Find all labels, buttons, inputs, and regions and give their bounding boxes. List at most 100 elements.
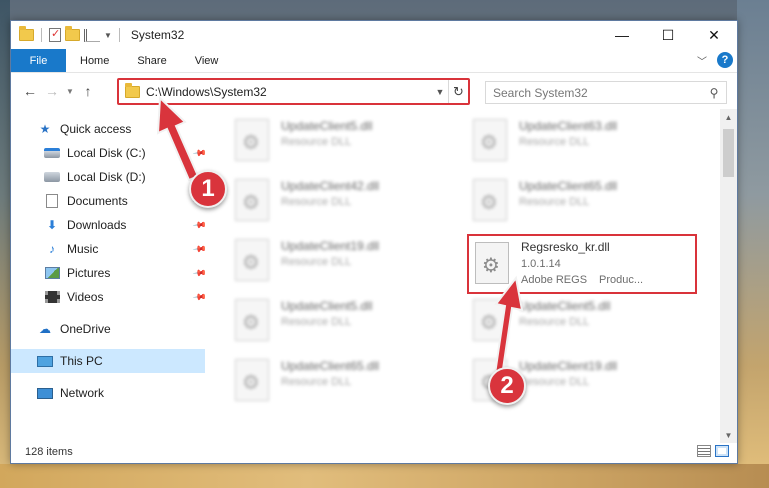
list-item[interactable]: UpdateClient42.dll Resource DLL [235,175,445,227]
tab-home[interactable]: Home [66,49,123,72]
folder-icon [125,82,140,98]
file-name: UpdateClient63.dll [519,119,618,133]
nav-pictures[interactable]: Pictures 📌 [11,261,207,285]
refresh-icon[interactable]: ↻ [448,80,468,103]
file-list: UpdateClient5.dll Resource DLL UpdateClie… [205,109,737,443]
nav-music[interactable]: ♪ Music 📌 [11,237,207,261]
nav-videos[interactable]: Videos 📌 [11,285,207,309]
address-dropdown-chevron-icon[interactable]: ▼ [432,87,448,97]
customize-view-icon[interactable] [84,28,100,42]
nav-downloads[interactable]: ⬇ Downloads 📌 [11,213,207,237]
file-name: UpdateClient65.dll [281,359,380,373]
dll-file-icon [475,242,509,284]
dll-file-icon [235,239,269,281]
list-item[interactable]: UpdateClient65.dll Resource DLL [235,355,445,407]
list-item[interactable]: UpdateClient19.dll Resource DLL [235,235,445,287]
up-arrow-icon[interactable]: ↑ [77,83,99,99]
help-icon[interactable]: ? [717,52,733,68]
minimize-button[interactable]: — [599,21,645,49]
file-name: UpdateClient65.dll [519,179,618,193]
scrollbar-thumb[interactable] [723,129,734,177]
nav-label: OneDrive [60,322,111,336]
nav-onedrive[interactable]: ☁ OneDrive [11,317,205,341]
customize-toolbar-caret-icon[interactable]: ▼ [104,31,112,40]
file-description: Resource DLL [519,196,590,208]
file-description: Resource DLL [281,316,352,328]
recent-locations-caret-icon[interactable]: ▼ [63,87,77,96]
file-name: UpdateClient19.dll [519,359,618,373]
address-row: ← → ▼ ↑ C:\Windows\System32 ▼ ↻ ⚲ [11,73,737,109]
dll-file-icon [473,299,507,341]
explorer-window: ▼ System32 — ☐ ✕ File Home Share View ﹀ … [10,20,738,464]
drive-icon [44,148,60,158]
list-item[interactable]: UpdateClient65.dll Resource DLL [473,175,683,227]
nav-local-disk-d[interactable]: Local Disk (D:) 📌 [11,165,207,189]
list-item[interactable]: UpdateClient5.dll Resource DLL [235,295,445,347]
nav-network[interactable]: Network [11,381,205,405]
computer-icon [37,355,53,367]
item-count: 128 items [25,446,73,458]
nav-documents[interactable]: Documents 📌 [11,189,207,213]
status-bar: 128 items [11,441,737,463]
pictures-icon [44,267,60,279]
file-description: Resource DLL [519,136,590,148]
folder-icon [19,26,34,41]
details-view-icon[interactable] [697,445,711,457]
list-item[interactable]: UpdateClient63.dll Resource DLL [473,115,683,167]
nav-local-disk-c[interactable]: Local Disk (C:) 📌 [11,141,207,165]
new-folder-icon[interactable] [65,26,80,41]
drive-icon [44,172,60,182]
step-2-badge: 2 [488,367,526,405]
music-icon: ♪ [49,242,55,256]
nav-this-pc[interactable]: This PC [11,349,205,373]
large-icons-view-icon[interactable] [715,445,729,457]
tab-file[interactable]: File [11,49,66,72]
navigation-pane: ★ Quick access Local Disk (C:) 📌 Local D… [11,109,207,443]
file-description: Resource DLL [519,316,590,328]
nav-label: Local Disk (D:) [67,170,146,184]
properties-icon[interactable] [49,27,61,42]
dll-file-icon [473,179,507,221]
search-box[interactable]: ⚲ [485,81,727,104]
dll-file-icon [235,179,269,221]
list-item[interactable]: UpdateClient5.dll Resource DLL [473,295,683,347]
search-icon[interactable]: ⚲ [702,86,726,100]
network-icon [37,387,53,399]
dll-file-icon [235,119,269,161]
back-arrow-icon[interactable]: ← [19,83,41,99]
vertical-scrollbar[interactable]: ▲ ▼ [720,109,737,443]
nav-label: Pictures [67,266,111,280]
dll-file-icon [235,359,269,401]
nav-label: Network [60,386,105,400]
nav-label: Documents [67,194,128,208]
nav-label: Music [67,242,99,256]
address-bar[interactable]: C:\Windows\System32 ▼ ↻ [117,78,470,105]
maximize-button[interactable]: ☐ [645,21,691,49]
file-company: Adobe REGS [521,274,588,286]
file-description: Resource DLL [519,376,590,388]
scroll-up-icon[interactable]: ▲ [720,109,737,125]
file-description: Resource DLL [281,376,352,388]
nav-label: This PC [60,354,103,368]
dll-file-icon [235,299,269,341]
file-product: Produc... [599,274,644,286]
divider [118,28,120,42]
file-name: UpdateClient5.dll [281,299,373,313]
tab-view[interactable]: View [181,49,233,72]
address-path[interactable]: C:\Windows\System32 [146,85,432,99]
videos-icon [44,291,60,303]
highlighted-dll-file[interactable]: Regsresko_kr.dll 1.0.1.14 Adobe REGS Pro… [467,234,697,294]
expand-ribbon-chevron-icon[interactable]: ﹀ [697,53,707,68]
file-name: Regsresko_kr.dll [521,240,610,254]
tab-share[interactable]: Share [123,49,180,72]
list-item[interactable]: UpdateClient5.dll Resource DLL [235,115,445,167]
close-button[interactable]: ✕ [691,21,737,49]
downloads-icon: ⬇ [46,218,58,232]
dll-file-icon [473,119,507,161]
file-description: Resource DLL [281,196,352,208]
search-input[interactable] [486,85,702,100]
forward-arrow-icon[interactable]: → [41,83,63,99]
documents-icon [46,194,58,208]
nav-quick-access[interactable]: ★ Quick access [11,117,205,141]
file-name: UpdateClient5.dll [519,299,611,313]
